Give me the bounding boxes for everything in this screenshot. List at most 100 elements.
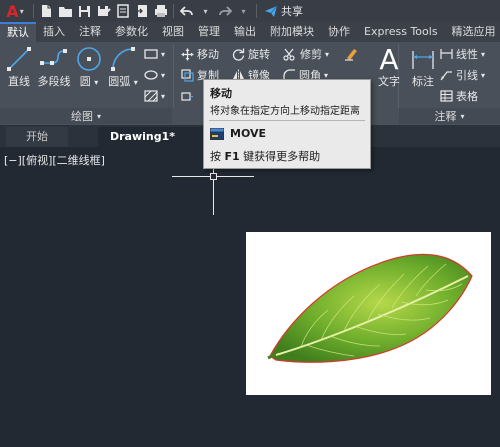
stretch-tool[interactable] bbox=[181, 87, 194, 105]
line-icon bbox=[4, 44, 34, 74]
redo-button[interactable] bbox=[215, 2, 234, 20]
ellipse-tool[interactable]: ▾ bbox=[144, 66, 165, 84]
arc-label: 圆弧 ▾ bbox=[108, 75, 138, 88]
move-icon bbox=[181, 48, 194, 60]
share-button[interactable]: 共享 bbox=[264, 3, 303, 19]
text-label: 文字 bbox=[378, 75, 400, 88]
polyline-label: 多段线 bbox=[37, 75, 71, 88]
move-tooltip: 移动 将对象在指定方向上移动指定距离 MOVE 按 F1 键获得更多帮助 bbox=[203, 79, 371, 169]
paper-plane-icon bbox=[265, 5, 278, 17]
tab-view[interactable]: 视图 bbox=[155, 22, 191, 42]
annotation-panel-footer[interactable]: 注释 ▾ bbox=[399, 108, 500, 124]
leader-icon bbox=[440, 71, 452, 81]
erase-tool[interactable] bbox=[344, 45, 358, 63]
polyline-icon bbox=[39, 44, 69, 74]
copy-icon bbox=[181, 68, 194, 82]
tooltip-command-name: MOVE bbox=[230, 127, 267, 140]
tab-start[interactable]: 开始 bbox=[6, 127, 68, 147]
ellipse-icon bbox=[144, 70, 158, 80]
ribbon-tab-bar: 默认 插入 注释 参数化 视图 管理 输出 附加模块 协作 Express To… bbox=[0, 22, 500, 42]
text-tool[interactable]: A 文字 bbox=[372, 44, 406, 88]
tab-insert[interactable]: 插入 bbox=[36, 22, 72, 42]
drawing-viewport[interactable]: [−][俯视][二维线框] bbox=[0, 147, 500, 447]
leaf-image[interactable] bbox=[246, 232, 491, 395]
tab-featured-apps[interactable]: 精选应用 bbox=[445, 22, 500, 42]
save-to-web-button[interactable] bbox=[132, 2, 151, 20]
leaf-picture bbox=[267, 253, 473, 363]
trim-label: 修剪 bbox=[300, 48, 322, 61]
tab-parametric[interactable]: 参数化 bbox=[108, 22, 155, 42]
share-label: 共享 bbox=[281, 5, 303, 18]
circle-icon bbox=[74, 44, 104, 74]
rotate-label: 旋转 bbox=[248, 48, 270, 61]
viewport-controls-label[interactable]: [−][俯视][二维线框] bbox=[4, 152, 105, 168]
tab-default[interactable]: 默认 bbox=[0, 22, 36, 42]
stretch-icon bbox=[181, 91, 193, 101]
eraser-icon bbox=[345, 49, 357, 61]
dimension-label: 标注 bbox=[412, 75, 434, 88]
rectangle-tool[interactable]: ▾ bbox=[144, 45, 165, 63]
tab-drawing1[interactable]: Drawing1* bbox=[98, 127, 210, 147]
annotation-panel-title: 注释 bbox=[434, 110, 457, 123]
text-icon: A bbox=[374, 44, 404, 74]
chevron-down-icon: ▾ bbox=[19, 6, 24, 16]
hatch-tool[interactable]: ▾ bbox=[144, 87, 165, 105]
linear-label: 线性 bbox=[456, 48, 478, 61]
separator bbox=[33, 4, 34, 18]
undo-button[interactable] bbox=[177, 2, 196, 20]
move-tool[interactable]: 移动 bbox=[181, 45, 219, 63]
tooltip-divider bbox=[209, 120, 365, 121]
draw-panel-title: 绘图 bbox=[70, 110, 93, 123]
tab-output[interactable]: 输出 bbox=[227, 22, 263, 42]
arc-tool[interactable]: 圆弧 ▾ bbox=[106, 44, 140, 89]
drawing-tab-label: Drawing1* bbox=[110, 130, 176, 143]
separator bbox=[173, 44, 174, 108]
autocad-logo-icon: A bbox=[6, 1, 19, 21]
polyline-tool[interactable]: 多段线 bbox=[36, 44, 72, 88]
chevron-down-icon: ▾ bbox=[325, 49, 330, 59]
open-folder-button[interactable] bbox=[56, 2, 75, 20]
undo-dropdown-icon[interactable]: ▾ bbox=[196, 2, 215, 20]
open-web-button[interactable] bbox=[113, 2, 132, 20]
rectangle-icon bbox=[144, 49, 158, 59]
dimension-tool[interactable]: 标注 bbox=[406, 44, 440, 88]
circle-label: 圆 ▾ bbox=[79, 75, 99, 88]
tooltip-description: 将对象在指定方向上移动指定距离 bbox=[210, 106, 360, 117]
tab-express-tools[interactable]: Express Tools bbox=[357, 22, 445, 42]
line-tool[interactable]: 直线 bbox=[2, 44, 36, 88]
table-label: 表格 bbox=[456, 90, 478, 103]
plot-button[interactable] bbox=[151, 2, 170, 20]
table-tool[interactable]: 表格 bbox=[440, 87, 478, 105]
tooltip-title: 移动 bbox=[210, 87, 232, 100]
linear-dim-tool[interactable]: 线性 ▾ bbox=[440, 45, 485, 63]
tooltip-command: MOVE bbox=[210, 127, 266, 140]
rotate-icon bbox=[232, 48, 245, 61]
save-as-button[interactable] bbox=[94, 2, 113, 20]
leader-tool[interactable]: 引线 ▾ bbox=[440, 66, 485, 84]
line-label: 直线 bbox=[8, 75, 30, 88]
hatch-icon bbox=[144, 90, 158, 102]
dimension-icon bbox=[408, 44, 438, 74]
trim-tool[interactable]: 修剪 ▾ bbox=[283, 45, 329, 63]
save-button[interactable] bbox=[75, 2, 94, 20]
draw-panel-footer[interactable]: 绘图 ▾ bbox=[0, 108, 172, 124]
separator bbox=[173, 4, 174, 18]
chevron-down-icon: ▾ bbox=[96, 111, 101, 121]
circle-tool[interactable]: 圆 ▾ bbox=[72, 44, 106, 89]
new-file-button[interactable] bbox=[37, 2, 56, 20]
redo-dropdown-icon[interactable]: ▾ bbox=[234, 2, 253, 20]
tab-manage[interactable]: 管理 bbox=[191, 22, 227, 42]
rotate-tool[interactable]: 旋转 bbox=[232, 45, 270, 63]
chevron-down-icon: ▾ bbox=[481, 49, 486, 59]
chevron-down-icon: ▾ bbox=[460, 111, 465, 121]
linear-dimension-icon bbox=[440, 49, 453, 59]
application-menu-button[interactable]: A ▾ bbox=[0, 0, 30, 22]
help-key: F1 bbox=[224, 150, 240, 163]
tab-collaborate[interactable]: 协作 bbox=[321, 22, 357, 42]
tab-annotate[interactable]: 注释 bbox=[72, 22, 108, 42]
tab-addins[interactable]: 附加模块 bbox=[263, 22, 321, 42]
move-label: 移动 bbox=[197, 48, 219, 61]
command-line-icon bbox=[210, 127, 224, 140]
table-icon bbox=[440, 90, 453, 102]
scissors-icon bbox=[283, 48, 295, 61]
